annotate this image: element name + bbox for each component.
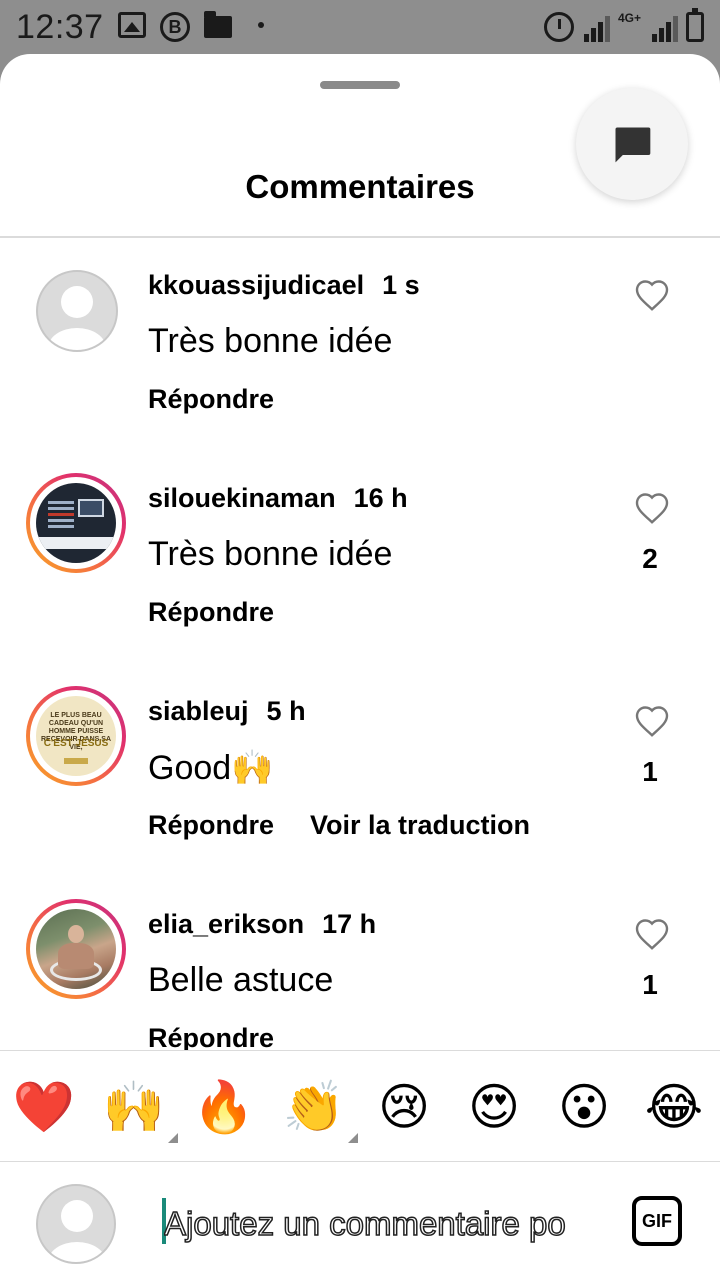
comment-item: LE PLUS BEAU CADEAU QU'UN HOMME PUISSE R… <box>0 676 720 876</box>
avatar-image <box>36 483 116 563</box>
drag-handle[interactable] <box>320 81 400 89</box>
avatar[interactable]: LE PLUS BEAU CADEAU QU'UN HOMME PUISSE R… <box>26 686 126 786</box>
emoji-crying-button[interactable]: 😢 <box>372 1077 436 1137</box>
gif-button[interactable]: GIF <box>632 1196 682 1246</box>
reply-button[interactable]: Répondre <box>148 810 274 840</box>
avatar-image <box>36 909 116 989</box>
emoji-surprised-button[interactable]: 😮 <box>552 1077 616 1137</box>
header-divider <box>0 236 720 238</box>
reply-button[interactable]: Répondre <box>148 384 274 414</box>
like-count: 1 <box>642 756 658 787</box>
like-count: 2 <box>642 543 658 574</box>
comments-sheet: Commentaires kkouassijudicael 1 s Très bo… <box>0 54 720 1280</box>
gallery-icon <box>118 12 146 38</box>
comment-time: 17 h <box>322 909 377 939</box>
comment-username[interactable]: elia_erikson <box>148 909 304 939</box>
avatar[interactable] <box>26 473 126 573</box>
like-count: 1 <box>642 969 658 1000</box>
comment-actions: Répondre <box>148 384 274 415</box>
emoji-heart-eyes-button[interactable]: 😍 <box>462 1077 526 1137</box>
comment-text: Très bonne idée <box>148 322 393 360</box>
reply-button[interactable]: Répondre <box>148 597 274 627</box>
comment-item: kkouassijudicael 1 s Très bonne idée Répo… <box>0 250 720 450</box>
comment-username[interactable]: silouekinaman <box>148 483 336 513</box>
comment-actions: Répondre Voir la traduction <box>148 810 530 841</box>
signal-icon <box>652 14 680 42</box>
comment-item: silouekinaman 16 h Très bonne idée Répond… <box>0 463 720 663</box>
b-icon: B <box>160 12 190 42</box>
comment-header: siableuj 5 h <box>148 696 306 727</box>
emoji-heart-button[interactable]: ❤️ <box>12 1077 76 1137</box>
my-avatar <box>36 1184 116 1264</box>
comment-header: kkouassijudicael 1 s <box>148 270 420 301</box>
see-translation-button[interactable]: Voir la traduction <box>310 810 530 840</box>
comment-username[interactable]: siableuj <box>148 696 249 726</box>
comment-header: elia_erikson 17 h <box>148 909 376 940</box>
comment-text: Belle astuce <box>148 961 334 999</box>
avatar-image: LE PLUS BEAU CADEAU QU'UN HOMME PUISSE R… <box>36 696 116 776</box>
status-bar: 12:37 B 4G+ <box>0 0 720 54</box>
emoji-clapping-button[interactable]: 👏 <box>282 1077 358 1143</box>
emoji-raising-hands-button[interactable]: 🙌 <box>102 1077 178 1143</box>
folder-icon <box>204 11 232 38</box>
avatar[interactable] <box>26 899 126 999</box>
dot-icon <box>258 22 264 28</box>
avatar-text: C'EST JÉSUS <box>43 738 109 749</box>
battery-icon <box>686 8 704 42</box>
skin-tone-indicator <box>168 1133 178 1143</box>
network-label: 4G+ <box>618 11 642 25</box>
comment-username[interactable]: kkouassijudicael <box>148 270 364 300</box>
emoji-glyph: 🙌 <box>102 1079 166 1135</box>
comment-time: 5 h <box>266 696 306 726</box>
skin-tone-indicator <box>348 1133 358 1143</box>
emoji-fire-button[interactable]: 🔥 <box>192 1077 256 1137</box>
emoji-reaction-bar: ❤️ 🙌 🔥 👏 😢 😍 😮 😂 <box>0 1050 720 1162</box>
reply-button[interactable]: Répondre <box>148 1023 274 1053</box>
comment-text: Good🙌 <box>148 749 274 787</box>
share-button[interactable] <box>576 88 688 200</box>
comment-actions: Répondre <box>148 597 274 628</box>
avatar[interactable] <box>36 270 118 352</box>
comment-input[interactable] <box>164 1200 598 1248</box>
heart-icon[interactable] <box>634 917 670 951</box>
alarm-icon <box>544 12 574 42</box>
comment-header: silouekinaman 16 h <box>148 483 408 514</box>
comment-time: 1 s <box>382 270 420 300</box>
emoji-laughing-button[interactable]: 😂 <box>642 1077 706 1137</box>
heart-icon[interactable] <box>634 491 670 525</box>
emoji-glyph: 👏 <box>282 1079 346 1135</box>
signal-icon <box>584 14 612 42</box>
comment-text: Très bonne idée <box>148 535 393 573</box>
heart-icon[interactable] <box>634 704 670 738</box>
chat-bubble-icon <box>615 127 651 163</box>
comment-composer: GIF <box>0 1162 720 1280</box>
heart-icon[interactable] <box>634 278 670 312</box>
status-time: 12:37 <box>16 8 104 46</box>
comment-time: 16 h <box>353 483 408 513</box>
